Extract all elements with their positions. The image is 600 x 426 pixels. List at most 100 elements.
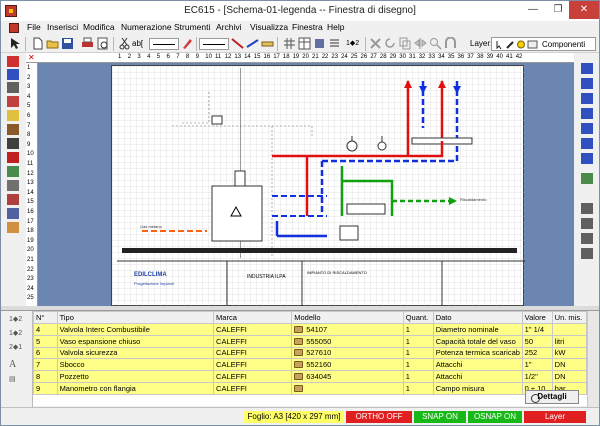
save-icon[interactable] xyxy=(61,37,74,50)
cell-model[interactable]: 552160 xyxy=(291,358,404,372)
gauge-icon[interactable] xyxy=(7,180,19,191)
cell-quantity[interactable]: 1 xyxy=(402,370,434,383)
cell-datum[interactable]: Attacchi xyxy=(432,370,523,383)
cell-datum[interactable]: Campo misura xyxy=(432,381,523,395)
col-header-datum[interactable]: Dato xyxy=(432,311,523,324)
pan-icon[interactable] xyxy=(581,123,593,134)
layer-select[interactable]: Componenti xyxy=(491,37,596,51)
cell-type[interactable]: Vaso espansione chiuso xyxy=(56,334,215,348)
measure-icon[interactable] xyxy=(581,248,593,259)
delete-icon[interactable] xyxy=(369,37,382,50)
zoom-previous-icon[interactable] xyxy=(581,138,593,149)
sensor-icon[interactable] xyxy=(7,208,19,219)
copy-icon[interactable] xyxy=(399,37,412,50)
text-style-button[interactable]: ab[ xyxy=(132,39,148,52)
layers-icon[interactable] xyxy=(581,218,593,229)
table-scrollbar[interactable] xyxy=(587,311,599,407)
cell-type[interactable]: Manometro con flangia xyxy=(56,381,215,395)
menu-strumenti[interactable]: Strumenti xyxy=(174,22,210,32)
drawing-sheet[interactable]: Riscaldamento Gas metano EDILCLIMA Proge… xyxy=(111,65,525,306)
cell-brand[interactable]: CALEFFI xyxy=(213,370,293,383)
menu-inserisci[interactable]: Inserisci xyxy=(47,22,78,32)
maximize-button[interactable]: ❐ xyxy=(546,1,570,19)
cell-number[interactable]: 5 xyxy=(33,334,58,348)
line-tool-icon[interactable] xyxy=(231,37,244,50)
col-header-unit[interactable]: Un. mis. xyxy=(551,311,588,324)
table-row[interactable]: 6 Valvola sicurezza CALEFFI 527610 1 Pot… xyxy=(33,346,588,360)
legend-icon[interactable] xyxy=(581,173,593,184)
pipe-tool-icon[interactable] xyxy=(246,37,259,50)
pipe-blue-icon[interactable] xyxy=(7,69,19,80)
cell-value[interactable]: 252 xyxy=(521,346,553,360)
grid-icon[interactable] xyxy=(283,37,296,50)
numbering-icon[interactable]: 1◆2 xyxy=(9,315,25,327)
cell-number[interactable]: 4 xyxy=(33,323,58,336)
rotate-icon[interactable] xyxy=(384,37,397,50)
cell-quantity[interactable]: 1 xyxy=(402,334,434,348)
cell-type[interactable]: Pozzetto xyxy=(56,370,215,383)
line-type-combo[interactable] xyxy=(149,38,179,50)
cell-quantity[interactable]: 1 xyxy=(402,323,434,336)
col-header-model[interactable]: Modello xyxy=(291,311,404,324)
cell-brand[interactable]: CALEFFI xyxy=(213,358,293,372)
cell-number[interactable]: 7 xyxy=(33,358,58,372)
cell-value[interactable]: 50 xyxy=(521,334,553,348)
new-file-icon[interactable] xyxy=(31,37,44,50)
menu-finestra[interactable]: Finestra xyxy=(292,22,323,32)
col-header-value[interactable]: Valore xyxy=(521,311,553,324)
catalog-icon[interactable] xyxy=(294,361,304,369)
mirror-icon[interactable] xyxy=(414,37,427,50)
menu-numerazione[interactable]: Numerazione xyxy=(121,22,172,32)
table-row[interactable]: 7 Sbocco CALEFFI 552160 1 Attacchi 1" DN xyxy=(33,358,588,372)
cell-unit[interactable] xyxy=(551,323,588,336)
menu-modifica[interactable]: Modifica xyxy=(83,22,115,32)
cell-value[interactable]: 1" xyxy=(521,358,553,372)
cell-brand[interactable]: CALEFFI xyxy=(213,323,293,336)
zoom-page-icon[interactable] xyxy=(581,153,593,164)
cell-datum[interactable]: Diametro nominale xyxy=(432,323,523,336)
cell-number[interactable]: 9 xyxy=(33,381,58,395)
boiler-icon[interactable] xyxy=(7,82,19,93)
sort-icon[interactable]: 2◆1 xyxy=(9,343,25,355)
cell-number[interactable]: 6 xyxy=(33,346,58,360)
tank-icon[interactable] xyxy=(7,124,19,135)
select-arrow-icon[interactable] xyxy=(9,37,22,50)
cell-type[interactable]: Valvola Interc Combustibile xyxy=(56,323,215,336)
col-header-quantity[interactable]: Quant. xyxy=(402,311,434,324)
details-button[interactable]: Dettagli xyxy=(525,390,579,404)
heat-exchanger-icon[interactable] xyxy=(7,166,19,177)
table-row[interactable]: 9 Manometro con flangia CALEFFI 1 Campo … xyxy=(33,381,588,395)
pump-icon[interactable] xyxy=(7,96,19,107)
title-bar[interactable]: EC615 - [Schema-01-legenda -- Finestra d… xyxy=(1,1,599,21)
menu-file[interactable]: File xyxy=(27,22,41,32)
radiator-icon[interactable] xyxy=(7,152,19,163)
drawing-canvas[interactable]: ✕ 1 2 3 4 5 6 7 8 9 10 11 12 13 14 15 16 17 18 19 20 21 22 23 2… xyxy=(26,53,574,306)
cell-quantity[interactable]: 1 xyxy=(402,346,434,360)
pen-icon[interactable] xyxy=(181,37,194,50)
cell-model[interactable]: 634045 xyxy=(291,370,404,383)
cell-brand[interactable]: CALEFFI xyxy=(213,346,293,360)
cell-type[interactable]: Valvola sicurezza xyxy=(56,346,215,360)
filter-icon[interactable] xyxy=(7,138,19,149)
thermometer-icon[interactable] xyxy=(7,194,19,205)
cell-unit[interactable]: DN xyxy=(551,370,588,383)
line-width-combo[interactable] xyxy=(199,38,229,50)
table-row[interactable]: 8 Pozzetto CALEFFI 634045 1 Attacchi 1/2… xyxy=(33,370,588,383)
col-header-brand[interactable]: Marca xyxy=(213,311,293,324)
renumber-icon[interactable]: 1◆2 xyxy=(9,329,25,341)
export-icon[interactable]: ▤ xyxy=(9,375,25,387)
zoom-window-icon[interactable] xyxy=(581,93,593,104)
cell-number[interactable]: 8 xyxy=(33,370,58,383)
table-grid-icon[interactable] xyxy=(581,233,593,244)
close-button[interactable]: ✕ xyxy=(569,1,599,19)
zoom-all-icon[interactable] xyxy=(581,108,593,119)
numbering-button[interactable]: 1◆2 xyxy=(346,39,362,52)
cell-datum[interactable]: Attacchi xyxy=(432,358,523,372)
zoom-out-icon[interactable] xyxy=(581,78,593,89)
cell-model[interactable] xyxy=(291,381,404,395)
cell-quantity[interactable]: 1 xyxy=(402,381,434,395)
cell-unit[interactable]: kW xyxy=(551,346,588,360)
table-row[interactable]: 5 Vaso espansione chiuso CALEFFI 555050 … xyxy=(33,334,588,348)
cell-model[interactable]: 527610 xyxy=(291,346,404,360)
snap-toggle[interactable]: SNAP ON xyxy=(414,411,466,423)
